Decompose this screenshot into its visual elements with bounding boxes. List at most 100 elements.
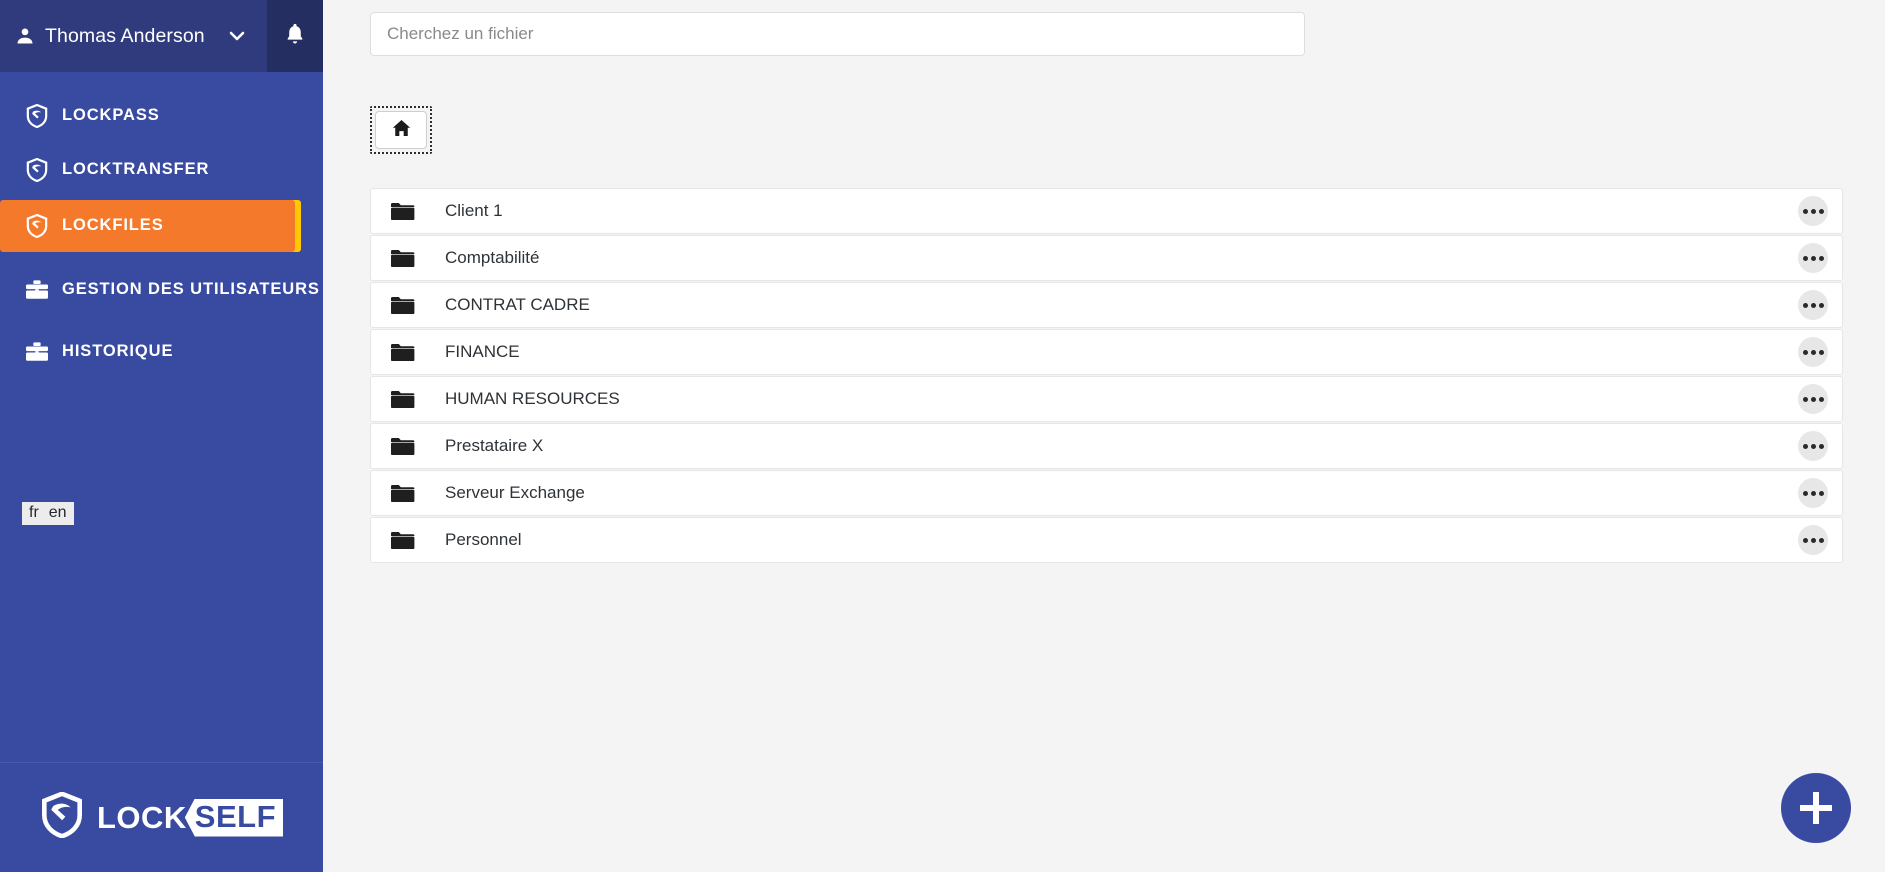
briefcase-icon xyxy=(24,341,50,363)
logo-lock-text: LOCK xyxy=(97,800,187,836)
row-actions-button[interactable] xyxy=(1798,243,1828,273)
folder-icon xyxy=(391,531,415,550)
sidebar-item-label: HISTORIQUE xyxy=(62,340,173,364)
folder-name: Personnel xyxy=(445,530,1798,550)
ellipsis-icon xyxy=(1819,444,1824,449)
ellipsis-icon xyxy=(1803,303,1808,308)
folder-name: CONTRAT CADRE xyxy=(445,295,1798,315)
ellipsis-icon xyxy=(1803,538,1808,543)
content-area: Client 1 Comptabilité xyxy=(323,68,1885,563)
ellipsis-icon xyxy=(1819,256,1824,261)
row-actions-button[interactable] xyxy=(1798,525,1828,555)
table-row[interactable]: Personnel xyxy=(370,517,1843,563)
folder-icon xyxy=(391,249,415,268)
sidebar-item-label: LOCKFILES xyxy=(62,214,164,238)
ellipsis-icon xyxy=(1811,303,1816,308)
ellipsis-icon xyxy=(1811,397,1816,402)
table-row[interactable]: Client 1 xyxy=(370,188,1843,234)
sidebar-item-lockpass[interactable]: LOCKPASS xyxy=(0,92,323,139)
ellipsis-icon xyxy=(1811,444,1816,449)
top-bar xyxy=(323,0,1885,68)
folder-name: Comptabilité xyxy=(445,248,1798,268)
user-menu-button[interactable]: Thomas Anderson xyxy=(0,0,267,72)
sidebar-item-label: GESTION DES UTILISATEURS xyxy=(62,278,320,302)
shield-logo-icon xyxy=(24,104,50,128)
add-button[interactable] xyxy=(1781,773,1851,843)
breadcrumb xyxy=(370,106,432,154)
folder-icon xyxy=(391,437,415,456)
row-actions-button[interactable] xyxy=(1798,290,1828,320)
folder-name: Prestataire X xyxy=(445,436,1798,456)
folder-name: Serveur Exchange xyxy=(445,483,1798,503)
lockself-wordmark: LOCK SELF xyxy=(97,799,283,837)
sidebar-item-label: LOCKPASS xyxy=(62,104,160,128)
ellipsis-icon xyxy=(1819,491,1824,496)
ellipsis-icon xyxy=(1803,350,1808,355)
ellipsis-icon xyxy=(1811,491,1816,496)
ellipsis-icon xyxy=(1803,444,1808,449)
ellipsis-icon xyxy=(1811,350,1816,355)
app-root: Thomas Anderson xyxy=(0,0,1885,872)
main-content: Client 1 Comptabilité xyxy=(323,0,1885,872)
ellipsis-icon xyxy=(1811,256,1816,261)
notifications-button[interactable] xyxy=(267,0,323,72)
bell-icon xyxy=(284,22,306,51)
table-row[interactable]: CONTRAT CADRE xyxy=(370,282,1843,328)
shield-logo-icon xyxy=(24,214,50,238)
ellipsis-icon xyxy=(1803,209,1808,214)
row-actions-button[interactable] xyxy=(1798,384,1828,414)
sidebar-footer: LOCK SELF xyxy=(0,762,323,872)
sidebar-item-historique[interactable]: HISTORIQUE xyxy=(0,328,323,375)
briefcase-icon xyxy=(24,279,50,301)
folder-icon xyxy=(391,296,415,315)
breadcrumb-home-button[interactable] xyxy=(375,111,427,149)
language-option-en[interactable]: en xyxy=(49,504,67,522)
folder-name: HUMAN RESOURCES xyxy=(445,389,1798,409)
ellipsis-icon xyxy=(1819,303,1824,308)
ellipsis-icon xyxy=(1819,397,1824,402)
sidebar-item-locktransfer[interactable]: LOCKTRANSFER xyxy=(0,146,323,193)
folder-icon xyxy=(391,202,415,221)
folder-list: Client 1 Comptabilité xyxy=(370,188,1843,563)
lockself-shield-icon xyxy=(40,792,84,843)
row-actions-button[interactable] xyxy=(1798,431,1828,461)
ellipsis-icon xyxy=(1803,256,1808,261)
sidebar-item-lockfiles[interactable]: LOCKFILES xyxy=(0,200,295,252)
user-icon xyxy=(14,25,36,47)
table-row[interactable]: Prestataire X xyxy=(370,423,1843,469)
lockself-logo: LOCK SELF xyxy=(40,792,283,843)
sidebar-item-label: LOCKTRANSFER xyxy=(62,158,209,182)
table-row[interactable]: Serveur Exchange xyxy=(370,470,1843,516)
logo-self-text: SELF xyxy=(185,799,283,837)
plus-icon xyxy=(1813,792,1819,824)
ellipsis-icon xyxy=(1819,538,1824,543)
chevron-down-icon[interactable] xyxy=(227,26,247,46)
folder-name: Client 1 xyxy=(445,201,1798,221)
row-actions-button[interactable] xyxy=(1798,478,1828,508)
ellipsis-icon xyxy=(1819,209,1824,214)
home-icon xyxy=(392,119,411,142)
table-row[interactable]: Comptabilité xyxy=(370,235,1843,281)
language-option-fr[interactable]: fr xyxy=(29,504,39,522)
folder-icon xyxy=(391,343,415,362)
folder-icon xyxy=(391,390,415,409)
ellipsis-icon xyxy=(1819,350,1824,355)
ellipsis-icon xyxy=(1811,538,1816,543)
sidebar-item-gestion-des-utilisateurs[interactable]: GESTION DES UTILISATEURS xyxy=(0,259,323,321)
search-input[interactable] xyxy=(370,12,1305,56)
user-name: Thomas Anderson xyxy=(45,25,205,48)
ellipsis-icon xyxy=(1803,491,1808,496)
sidebar-nav: LOCKPASS LOCKTRANSFER xyxy=(0,72,323,382)
ellipsis-icon xyxy=(1803,397,1808,402)
folder-icon xyxy=(391,484,415,503)
sidebar: Thomas Anderson xyxy=(0,0,323,872)
ellipsis-icon xyxy=(1811,209,1816,214)
shield-logo-icon xyxy=(24,158,50,182)
table-row[interactable]: FINANCE xyxy=(370,329,1843,375)
sidebar-user-header: Thomas Anderson xyxy=(0,0,323,72)
row-actions-button[interactable] xyxy=(1798,337,1828,367)
folder-name: FINANCE xyxy=(445,342,1798,362)
table-row[interactable]: HUMAN RESOURCES xyxy=(370,376,1843,422)
language-switcher[interactable]: fr en xyxy=(22,502,74,525)
row-actions-button[interactable] xyxy=(1798,196,1828,226)
